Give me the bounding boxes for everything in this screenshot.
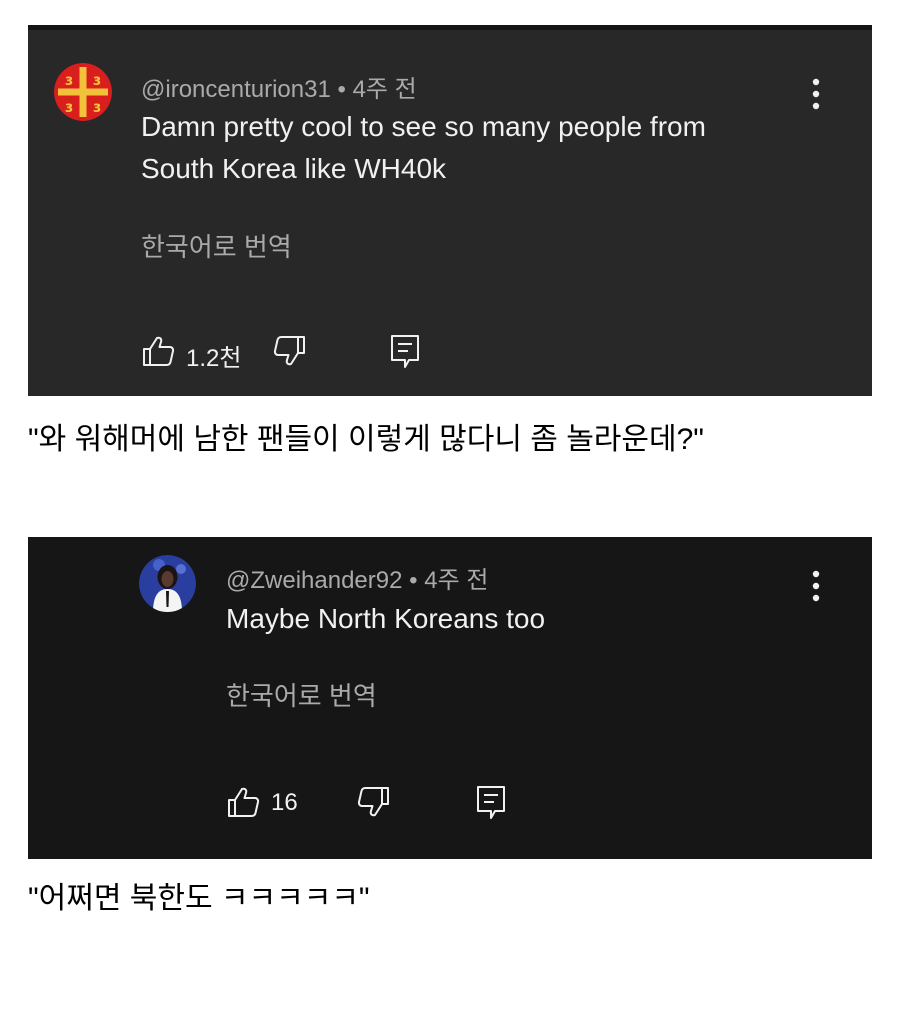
comment-text-line: South Korea like WH40k — [141, 153, 447, 184]
thumbs-up-icon[interactable] — [226, 785, 260, 819]
meta-separator: • — [337, 76, 353, 103]
comment-text-line: Damn pretty cool to see so many people f… — [141, 111, 706, 142]
caption-translation: "어쩌면 북한도 ㅋㅋㅋㅋㅋ" — [28, 882, 370, 915]
comment-text: Maybe North Koreans too — [226, 598, 826, 640]
avatar[interactable] — [139, 555, 196, 612]
svg-text:ɜ: ɜ — [93, 98, 101, 116]
byzantine-flag-icon: ɜ ɜ ɜ ɜ — [54, 63, 112, 121]
reply-icon[interactable] — [390, 334, 420, 370]
comment-age: 4주 전 — [352, 76, 417, 103]
translate-link[interactable]: 한국어로 번역 — [226, 676, 377, 713]
comment-meta: @ironcenturion31 • 4주 전 — [141, 69, 417, 104]
person-photo-icon — [139, 555, 196, 612]
comment-text-line: Maybe North Koreans too — [226, 603, 546, 634]
comment-card-2: @Zweihander92 • 4주 전 Maybe North Koreans… — [28, 537, 872, 859]
like-count: 1.2천 — [186, 345, 242, 372]
more-options-icon[interactable] — [806, 568, 826, 604]
comment-age: 4주 전 — [424, 567, 489, 594]
like-count: 16 — [271, 789, 298, 816]
thumbs-down-icon[interactable] — [357, 785, 391, 819]
thumbs-down-icon[interactable] — [273, 334, 307, 368]
more-options-icon[interactable] — [806, 76, 826, 112]
comment-card-1: ɜ ɜ ɜ ɜ @ironcenturion31 • 4주 전 Damn pre… — [28, 25, 872, 396]
reply-icon[interactable] — [476, 785, 506, 821]
thumbs-up-icon[interactable] — [141, 334, 175, 368]
meta-separator: • — [409, 567, 425, 594]
comment-text: Damn pretty cool to see so many people f… — [141, 106, 781, 190]
svg-text:ɜ: ɜ — [65, 98, 73, 116]
svg-text:ɜ: ɜ — [65, 71, 73, 89]
username[interactable]: @ironcenturion31 — [141, 76, 331, 103]
caption-translation: "와 워해머에 남한 팬들이 이렇게 많다니 좀 놀라운데?" — [28, 423, 704, 456]
svg-text:ɜ: ɜ — [93, 71, 101, 89]
translate-link[interactable]: 한국어로 번역 — [141, 227, 292, 264]
username[interactable]: @Zweihander92 — [226, 567, 402, 594]
avatar[interactable]: ɜ ɜ ɜ ɜ — [54, 63, 112, 121]
comment-meta: @Zweihander92 • 4주 전 — [226, 560, 488, 595]
